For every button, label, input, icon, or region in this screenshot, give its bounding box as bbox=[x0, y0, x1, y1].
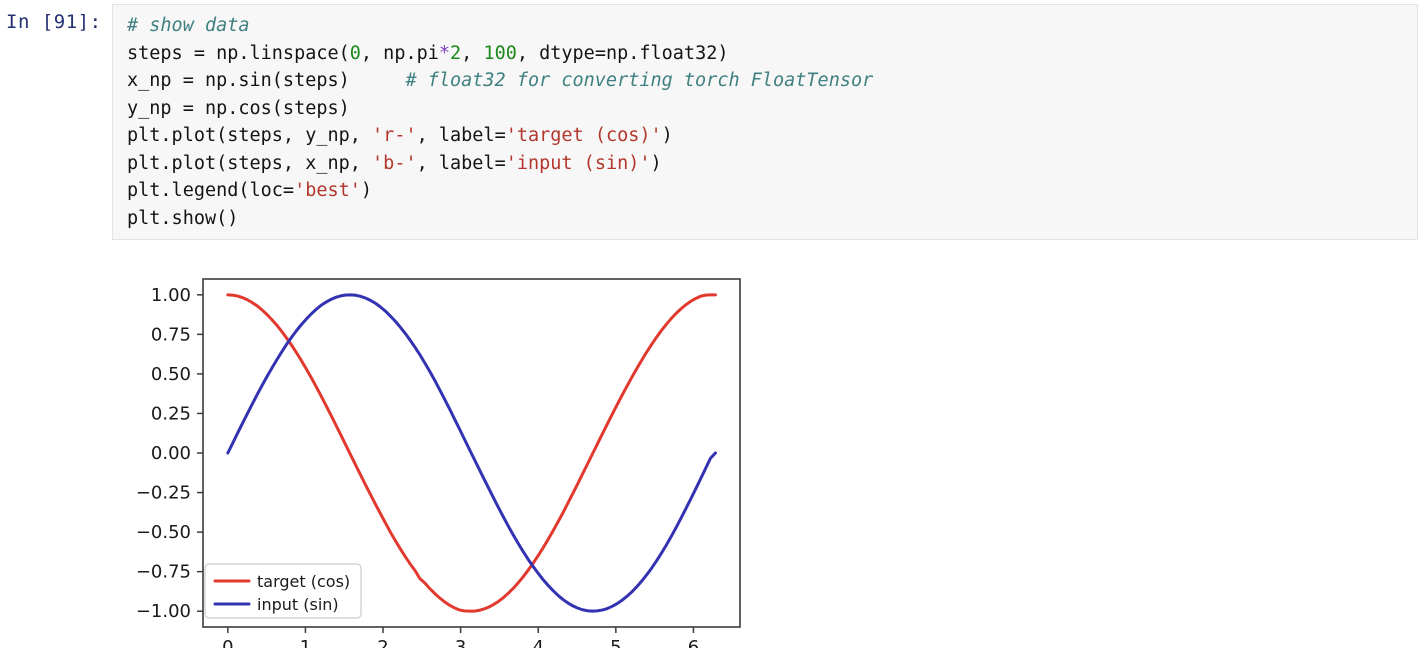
x-tick-label: 6 bbox=[688, 637, 699, 648]
code-token-plain: , label= bbox=[416, 125, 506, 146]
code-token-plain: steps = np.linspace( bbox=[127, 42, 350, 64]
cell-output-area: 0 1 2 3 4 5 6 1.00 0.75 0.50 0.25 0.00 −0.25 −0.50 −0.… bbox=[0, 248, 1425, 648]
code-token-num: 2 bbox=[450, 42, 462, 64]
x-tick-label: 4 bbox=[533, 637, 544, 648]
code-token-comment: # float32 for converting torch FloatTens… bbox=[405, 70, 874, 91]
y-tick-label: −1.00 bbox=[136, 601, 191, 622]
y-tick-label: −0.25 bbox=[136, 483, 191, 504]
code-token-op: * bbox=[438, 42, 451, 64]
x-tick-label: 0 bbox=[222, 637, 233, 648]
code-token-num: 100 bbox=[483, 42, 517, 64]
code-editor[interactable]: # show data steps = np.linspace(0, np.pi*… bbox=[112, 4, 1418, 240]
code-token-plain: , label= bbox=[416, 152, 506, 174]
x-tick-label: 2 bbox=[377, 637, 388, 648]
code-token-num: 0 bbox=[349, 42, 361, 64]
y-tick-label: 0.25 bbox=[151, 403, 191, 424]
code-line: x_np = np.sin(steps) # float32 for conve… bbox=[127, 67, 873, 95]
x-tick-label: 3 bbox=[455, 637, 466, 648]
y-tick-label: 1.00 bbox=[151, 285, 191, 306]
x-tick-label: 5 bbox=[610, 637, 621, 648]
code-token-comment: # show data bbox=[127, 15, 250, 36]
y-tick-label: 0.50 bbox=[151, 364, 191, 385]
code-line: plt.legend(loc='best') bbox=[127, 177, 873, 205]
legend-label: target (cos) bbox=[257, 572, 350, 591]
notebook-cell: In [91]: # show data steps = np.linspace(… bbox=[0, 0, 1425, 248]
matplotlib-figure: 0 1 2 3 4 5 6 1.00 0.75 0.50 0.25 0.00 −0.25 −0.50 −0.… bbox=[130, 258, 750, 648]
code-token-str: 'input (sin)' bbox=[505, 152, 651, 174]
code-line: steps = np.linspace(0, np.pi*2, 100, dty… bbox=[127, 40, 873, 68]
y-tick-label: 0.00 bbox=[151, 443, 191, 464]
legend-label: input (sin) bbox=[257, 595, 339, 614]
code-line: plt.plot(steps, y_np, 'r-', label='targe… bbox=[127, 122, 873, 150]
code-line: plt.plot(steps, x_np, 'b-', label='input… bbox=[127, 150, 873, 178]
code-token-plain: ) bbox=[661, 125, 673, 146]
code-token-plain: ) bbox=[650, 152, 662, 174]
legend: target (cos) input (sin) bbox=[204, 563, 362, 619]
code-token-plain: plt.legend(loc= bbox=[127, 180, 295, 201]
code-token-str: 'b-' bbox=[372, 152, 417, 174]
code-token-plain: ) bbox=[360, 180, 373, 201]
code-token-plain: plt.plot(steps, y_np, bbox=[127, 125, 373, 146]
code-token-str: 'target (cos)' bbox=[505, 125, 662, 146]
code-line: # show data bbox=[127, 12, 873, 40]
x-tick-label: 1 bbox=[300, 637, 311, 648]
code-line: y_np = np.cos(steps) bbox=[127, 95, 873, 123]
code-token-plain: y_np = np.cos(steps) bbox=[127, 97, 350, 119]
code-token-plain: , np.pi bbox=[360, 42, 439, 64]
code-token-plain: , dtype=np.float32) bbox=[516, 42, 729, 64]
code-token-str: 'r-' bbox=[372, 125, 417, 146]
y-tick-label: −0.50 bbox=[136, 522, 191, 543]
code-lines: # show data steps = np.linspace(0, np.pi*… bbox=[127, 12, 873, 232]
input-prompt-label: In [91]: bbox=[6, 11, 102, 33]
y-tick-label: −0.75 bbox=[136, 562, 191, 583]
plot-canvas: 0 1 2 3 4 5 6 1.00 0.75 0.50 0.25 0.00 −0.25 −0.50 −0.… bbox=[130, 258, 750, 648]
code-token-plain: plt.show() bbox=[127, 207, 239, 229]
code-token-plain: , bbox=[461, 42, 484, 64]
code-line: plt.show() bbox=[127, 205, 873, 233]
code-token-plain: x_np = np.sin(steps) bbox=[127, 70, 406, 91]
y-tick-label: 0.75 bbox=[151, 324, 191, 345]
code-token-plain: plt.plot(steps, x_np, bbox=[127, 152, 373, 174]
code-token-str: 'best' bbox=[294, 180, 361, 201]
